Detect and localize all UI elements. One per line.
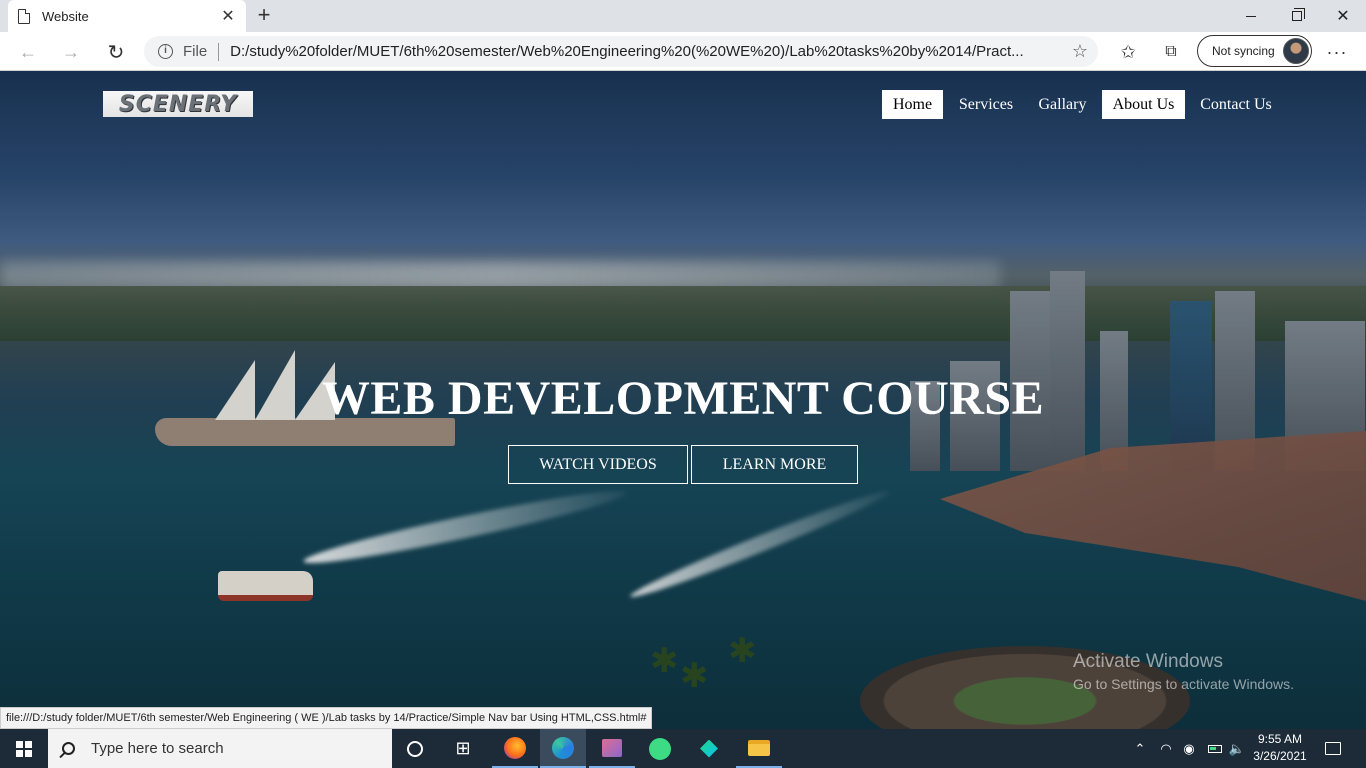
nav-gallary[interactable]: Gallary <box>1031 90 1094 119</box>
info-icon[interactable]: i <box>158 44 173 59</box>
clock-time: 9:55 AM <box>1257 732 1303 746</box>
page-icon <box>18 8 30 24</box>
browser-tab[interactable]: Website ✕ <box>8 0 246 32</box>
taskbar-file-explorer[interactable] <box>736 729 782 768</box>
network-button[interactable]: ◠ <box>1156 729 1176 768</box>
forward-button[interactable]: → <box>58 39 84 65</box>
clock-date: 3/26/2021 <box>1253 749 1307 763</box>
watermark-title: Activate Windows <box>1073 651 1223 672</box>
pycharm-icon <box>700 739 718 758</box>
address-divider <box>218 42 220 61</box>
notification-icon <box>1325 742 1341 755</box>
taskbar-paint[interactable] <box>589 729 635 768</box>
chevron-up-icon: ⌃ <box>1134 740 1146 756</box>
restore-icon <box>1292 8 1305 21</box>
minimize-icon <box>1246 15 1256 17</box>
close-icon: ✕ <box>1336 8 1350 25</box>
paint-icon <box>602 738 622 757</box>
collections-icon: ⧉ <box>1165 43 1177 60</box>
address-scheme-label: File <box>183 43 208 60</box>
android-studio-icon <box>649 737 671 760</box>
folder-icon <box>748 739 770 756</box>
reload-button[interactable]: ↻ <box>103 39 129 65</box>
site-nav: Home Services Gallary About Us Contact U… <box>0 90 1366 119</box>
browser-status-url: file:///D:/study folder/MUET/6th semeste… <box>0 707 653 729</box>
search-placeholder: Type here to search <box>91 740 224 757</box>
nav-home[interactable]: Home <box>882 90 943 119</box>
cortana-icon <box>407 740 423 757</box>
edge-icon <box>552 736 574 759</box>
volume-button[interactable]: 🔈 <box>1228 729 1246 768</box>
battery-button[interactable] <box>1204 729 1226 768</box>
location-icon: ◉ <box>1183 740 1195 756</box>
wifi-icon: ◠ <box>1160 740 1172 756</box>
learn-more-button[interactable]: LEARN MORE <box>691 445 858 484</box>
reload-icon: ↻ <box>107 41 125 64</box>
browser-toolbar: ← → ↻ i File D:/study%20folder/MUET/6th%… <box>0 32 1366 71</box>
location-button[interactable]: ◉ <box>1180 729 1198 768</box>
activate-windows-watermark: Activate Windows Go to Settings to activ… <box>1073 651 1294 692</box>
taskbar-edge[interactable] <box>540 729 586 768</box>
watermark-subtitle: Go to Settings to activate Windows. <box>1073 676 1294 692</box>
hero-title: WEB DEVELOPMENT COURSE <box>321 372 1045 425</box>
taskbar-search[interactable]: Type here to search <box>48 729 392 768</box>
start-button[interactable] <box>0 729 48 768</box>
windows-logo-icon <box>16 740 32 757</box>
arrow-right-icon: → <box>62 41 80 62</box>
window-close-button[interactable]: ✕ <box>1320 0 1366 32</box>
profile-sync-button[interactable]: Not syncing <box>1197 35 1312 67</box>
taskbar-android-studio[interactable] <box>637 729 683 768</box>
nav-services[interactable]: Services <box>948 90 1024 119</box>
task-view-icon: ⊞ <box>455 738 471 758</box>
speaker-icon: 🔈 <box>1228 740 1246 756</box>
windows-taskbar: Type here to search ⊞ ⌃ ◠ ◉ 🔈 9:55 AM 3/… <box>0 729 1366 768</box>
minimize-button[interactable] <box>1228 0 1274 32</box>
tab-close-icon[interactable]: ✕ <box>220 6 236 26</box>
favorite-star-icon[interactable]: ☆ <box>1072 41 1088 62</box>
address-url[interactable]: D:/study%20folder/MUET/6th%20semester/We… <box>230 43 1060 60</box>
taskbar-pycharm[interactable] <box>686 729 732 768</box>
nav-contact-us[interactable]: Contact Us <box>1192 90 1280 119</box>
favorites-button[interactable]: ✩ <box>1115 39 1141 65</box>
nav-about-us[interactable]: About Us <box>1102 90 1185 119</box>
taskbar-firefox[interactable] <box>492 729 538 768</box>
sync-status-label: Not syncing <box>1212 44 1275 58</box>
search-icon <box>62 742 75 755</box>
new-tab-button[interactable]: + <box>252 4 276 28</box>
taskbar-clock[interactable]: 9:55 AM 3/26/2021 <box>1250 731 1310 765</box>
task-view-button[interactable]: ⊞ <box>440 729 486 768</box>
tab-title: Website <box>42 8 89 24</box>
show-hidden-icons-button[interactable]: ⌃ <box>1130 729 1150 768</box>
avatar <box>1283 38 1309 64</box>
restore-button[interactable] <box>1274 0 1320 32</box>
firefox-icon <box>504 736 526 759</box>
collections-button[interactable]: ⧉ <box>1158 39 1184 65</box>
action-center-button[interactable] <box>1318 729 1348 768</box>
battery-icon <box>1208 744 1222 753</box>
back-button[interactable]: ← <box>15 39 41 65</box>
cortana-button[interactable] <box>392 729 438 768</box>
web-page: ✱ ✱ ✱ SCENERY Home Services Gallary Abou… <box>0 71 1366 729</box>
browser-titlebar: Website ✕ + ✕ <box>0 0 1366 32</box>
more-menu-button[interactable]: ··· <box>1324 39 1350 65</box>
more-icon: ··· <box>1326 41 1348 62</box>
address-bar[interactable]: i File D:/study%20folder/MUET/6th%20seme… <box>144 36 1098 67</box>
watch-videos-button[interactable]: WATCH VIDEOS <box>508 445 688 484</box>
favorites-icon: ✩ <box>1120 41 1136 62</box>
arrow-left-icon: ← <box>19 41 37 62</box>
